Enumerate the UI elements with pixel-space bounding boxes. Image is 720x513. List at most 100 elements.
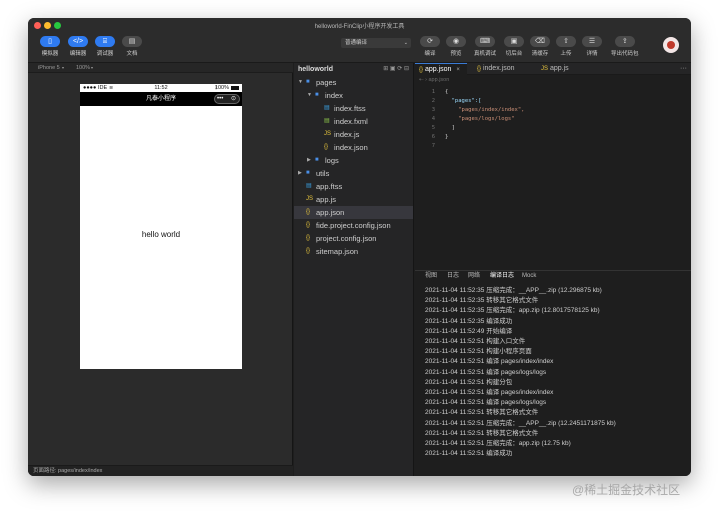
project-name: helloworld [298, 66, 333, 73]
tab-index-json[interactable]: {} index.json [473, 63, 531, 75]
tree-item-index[interactable]: ▼ ■ index [294, 89, 413, 102]
console-tab[interactable]: 编译日志 [490, 271, 514, 282]
collapse-all-icon[interactable]: ⊟ [404, 66, 409, 72]
log-line: 2021-11-04 11:52:51 构建小程序页面 [425, 348, 532, 356]
log-line: 2021-11-04 11:52:51 编译 pages/logs/logs [425, 368, 547, 376]
js-file-icon: JS [324, 131, 332, 137]
code-line: ] [445, 125, 455, 131]
nav-arrows-icon[interactable]: ⇠ › [419, 77, 427, 83]
log-line: 2021-11-04 11:52:51 转移其它格式文件 [425, 409, 539, 417]
details-button[interactable]: ☰ 详情 [582, 36, 602, 57]
tree-item-label: pages [316, 78, 337, 87]
avatar-face-icon [667, 41, 675, 49]
tab-app-json[interactable]: {} app.json × [415, 63, 467, 75]
chevron-right-icon[interactable]: ▶ [298, 167, 302, 180]
preview-button[interactable]: ◉ 预览 [446, 36, 466, 57]
export-button[interactable]: ⇪ 导出代码包 [611, 36, 639, 57]
code-line: } [445, 134, 449, 140]
debugger-toggle-button[interactable]: ⌸ 调试器 [95, 36, 115, 57]
tree-item-utils[interactable]: ▶ ■ utils [294, 167, 413, 180]
file-explorer: helloworld ⊞ ▣ ⟳ ⊟ ▼ ■ pages ▼ ■ index ▤ index.… [294, 63, 414, 476]
tab-label: index.json [482, 65, 515, 72]
upload-label: 上传 [560, 51, 572, 57]
js-file-icon: JS [541, 66, 549, 72]
editor-toggle-button[interactable]: </> 编辑器 [68, 36, 88, 57]
debug-icon: ⌸ [95, 36, 115, 47]
close-tab-icon[interactable]: × [456, 67, 460, 73]
log-line: 2021-11-04 11:52:51 编译成功 [425, 450, 513, 458]
zoom-select[interactable]: 100% [76, 63, 90, 73]
upload-button[interactable]: ⇧ 上传 [556, 36, 576, 57]
editor-label: 编辑器 [69, 51, 87, 57]
new-folder-icon[interactable]: ▣ [390, 66, 396, 72]
css-file-icon: ▤ [324, 105, 330, 111]
phone-nav-bar: 凡泰小程序 ••• ⊙ [80, 92, 242, 106]
tree-item-index-fxml[interactable]: ▤ index.fxml [294, 115, 413, 128]
tree-item-project-config-json[interactable]: {} project.config.json [294, 232, 413, 245]
refresh-tree-icon[interactable]: ⟳ [397, 66, 402, 72]
tree-item-label: index.json [334, 143, 368, 152]
doc-icon: ▤ [122, 36, 142, 47]
simulator-panel: iPhone 5 ▾ 100% ▾ ●●●● IDE ≋ 11:52 ᛒ 100… [28, 63, 293, 476]
tree-item-app-ftss[interactable]: ▤ app.ftss [294, 180, 413, 193]
docs-button[interactable]: ▤ 文档 [122, 36, 142, 57]
title-bar: helloworld-FinClip小程序开发工具 [28, 18, 691, 33]
device-icon: ⌨ [475, 36, 495, 47]
code-icon: </> [68, 36, 88, 47]
chevron-down-icon[interactable]: ▼ [298, 76, 303, 89]
console-tabs: 视图 日志 网络 编译日志 Mock [415, 271, 691, 282]
folder-file-icon: ■ [315, 157, 319, 163]
console-tab[interactable]: Mock [522, 271, 536, 282]
json-file-icon: {} [306, 248, 311, 254]
tree-item-label: fide.project.config.json [316, 221, 391, 230]
tab-label: app.js [549, 65, 569, 72]
console-tab[interactable]: 网络 [468, 271, 480, 282]
phone-icon: ▯ [40, 36, 60, 47]
user-avatar[interactable] [663, 37, 679, 53]
hello-text: hello world [141, 230, 181, 239]
background-button[interactable]: ▣ 切后台 [504, 36, 524, 57]
device-select[interactable]: iPhone 5 [38, 63, 60, 73]
clear-cache-button[interactable]: ⌫ 清缓存 [530, 36, 550, 57]
device-debug-button[interactable]: ⌨ 真机调试 [474, 36, 496, 57]
tree-item-label: app.json [316, 208, 345, 217]
tree-item-pages[interactable]: ▼ ■ pages [294, 76, 413, 89]
menu-capsule[interactable]: ••• ⊙ [214, 94, 240, 104]
line-number: 2 [431, 98, 435, 104]
tree-item-index-ftss[interactable]: ▤ index.ftss [294, 102, 413, 115]
js-file-icon: JS [306, 196, 314, 202]
compile-button[interactable]: ⟳ 编译 [420, 36, 440, 57]
compile-mode-value: 普通编译 [345, 40, 368, 46]
log-line: 2021-11-04 11:52:51 编译 pages/index/index [425, 389, 554, 396]
tab-app-js[interactable]: JS app.js [537, 63, 583, 75]
json-file-icon: {} [419, 67, 424, 73]
tree-item-app-json[interactable]: {} app.json [294, 206, 413, 219]
tree-item-index-js[interactable]: JS index.js [294, 128, 413, 141]
more-icon[interactable]: ••• [217, 95, 223, 103]
tree-item-sitemap-json[interactable]: {} sitemap.json [294, 245, 413, 258]
breadcrumb-file: app.json [428, 77, 450, 83]
tree-item-index-json[interactable]: {} index.json [294, 141, 413, 154]
tree-item-fide-project-config-json[interactable]: {} fide.project.config.json [294, 219, 413, 232]
close-circle-icon[interactable]: ⊙ [231, 95, 236, 103]
log-line: 2021-11-04 11:52:51 构建分包 [425, 378, 513, 386]
more-icon[interactable]: ··· [680, 63, 687, 75]
simulator-toggle-button[interactable]: ▯ 模拟器 [40, 36, 60, 57]
tree-item-app-js[interactable]: JS app.js [294, 193, 413, 206]
window-title: helloworld-FinClip小程序开发工具 [314, 24, 405, 30]
chevron-down-icon[interactable]: ▼ [307, 89, 312, 102]
chevron-right-icon[interactable]: ▶ [307, 154, 311, 167]
console-tab[interactable]: 日志 [447, 271, 459, 282]
new-file-icon[interactable]: ⊞ [383, 66, 388, 72]
log-line: 2021-11-04 11:52:51 压缩完成：__APP__.zip (12… [425, 419, 616, 427]
compile-mode-select[interactable]: 普通编译 ⌄ [341, 38, 411, 48]
folder-file-icon: ■ [306, 79, 310, 85]
console-tab[interactable]: 视图 [425, 271, 437, 282]
app-window: helloworld-FinClip小程序开发工具 ▯ 模拟器 </> 编辑器 … [28, 18, 691, 476]
folder-file-icon: ■ [315, 92, 319, 98]
code-line: "pages/index/index", [445, 107, 525, 113]
json-file-icon: {} [306, 222, 311, 228]
line-number: 7 [431, 143, 435, 149]
tree-item-logs[interactable]: ▶ ■ logs [294, 154, 413, 167]
json-file-icon: {} [477, 66, 482, 72]
